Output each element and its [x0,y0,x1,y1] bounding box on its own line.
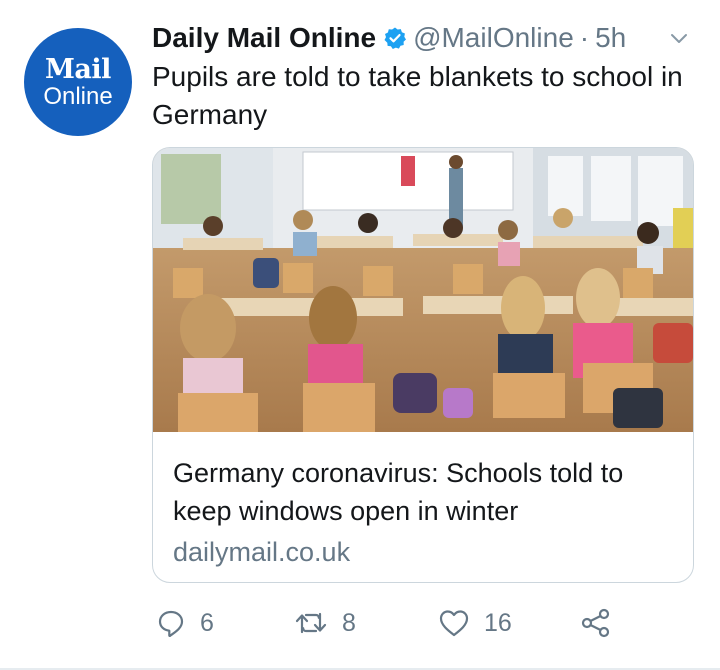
card-domain: dailymail.co.uk [173,537,351,567]
chevron-down-icon[interactable] [666,26,692,52]
reply-count: 6 [200,608,214,637]
avatar-brand-line2: Online [43,83,113,110]
author-handle[interactable]: @MailOnline [413,22,574,54]
like-button[interactable]: 16 [438,608,512,638]
reply-button[interactable]: 6 [156,608,214,638]
tweet-actions: 6 8 16 [152,608,632,648]
verified-badge-icon [383,26,407,50]
tweet[interactable]: Mail Online Daily Mail Online @MailOnlin… [0,0,720,670]
tweet-timestamp[interactable]: 5h [595,22,626,54]
tweet-text: Pupils are told to take blankets to scho… [152,61,683,130]
reply-icon [158,610,184,638]
classroom-photo [153,148,693,432]
card-image[interactable] [153,148,693,432]
retweet-count: 8 [342,608,356,637]
avatar-brand-line1: Mail [45,54,111,85]
author-display-name[interactable]: Daily Mail Online [152,22,376,54]
tweet-header: Daily Mail Online @MailOnline · 5h [152,20,696,56]
card-title: Germany coronavirus: Schools told to kee… [173,458,624,526]
like-count: 16 [484,608,512,637]
header-separator: · [579,22,590,53]
retweet-button[interactable]: 8 [294,608,356,638]
retweet-icon [295,612,327,634]
card-body: Germany coronavirus: Schools told to kee… [153,432,693,572]
like-icon [439,610,469,637]
share-icon [581,608,610,638]
link-card[interactable]: Germany coronavirus: Schools told to kee… [152,147,694,583]
share-button[interactable] [580,608,626,638]
avatar[interactable]: Mail Online [24,28,132,136]
